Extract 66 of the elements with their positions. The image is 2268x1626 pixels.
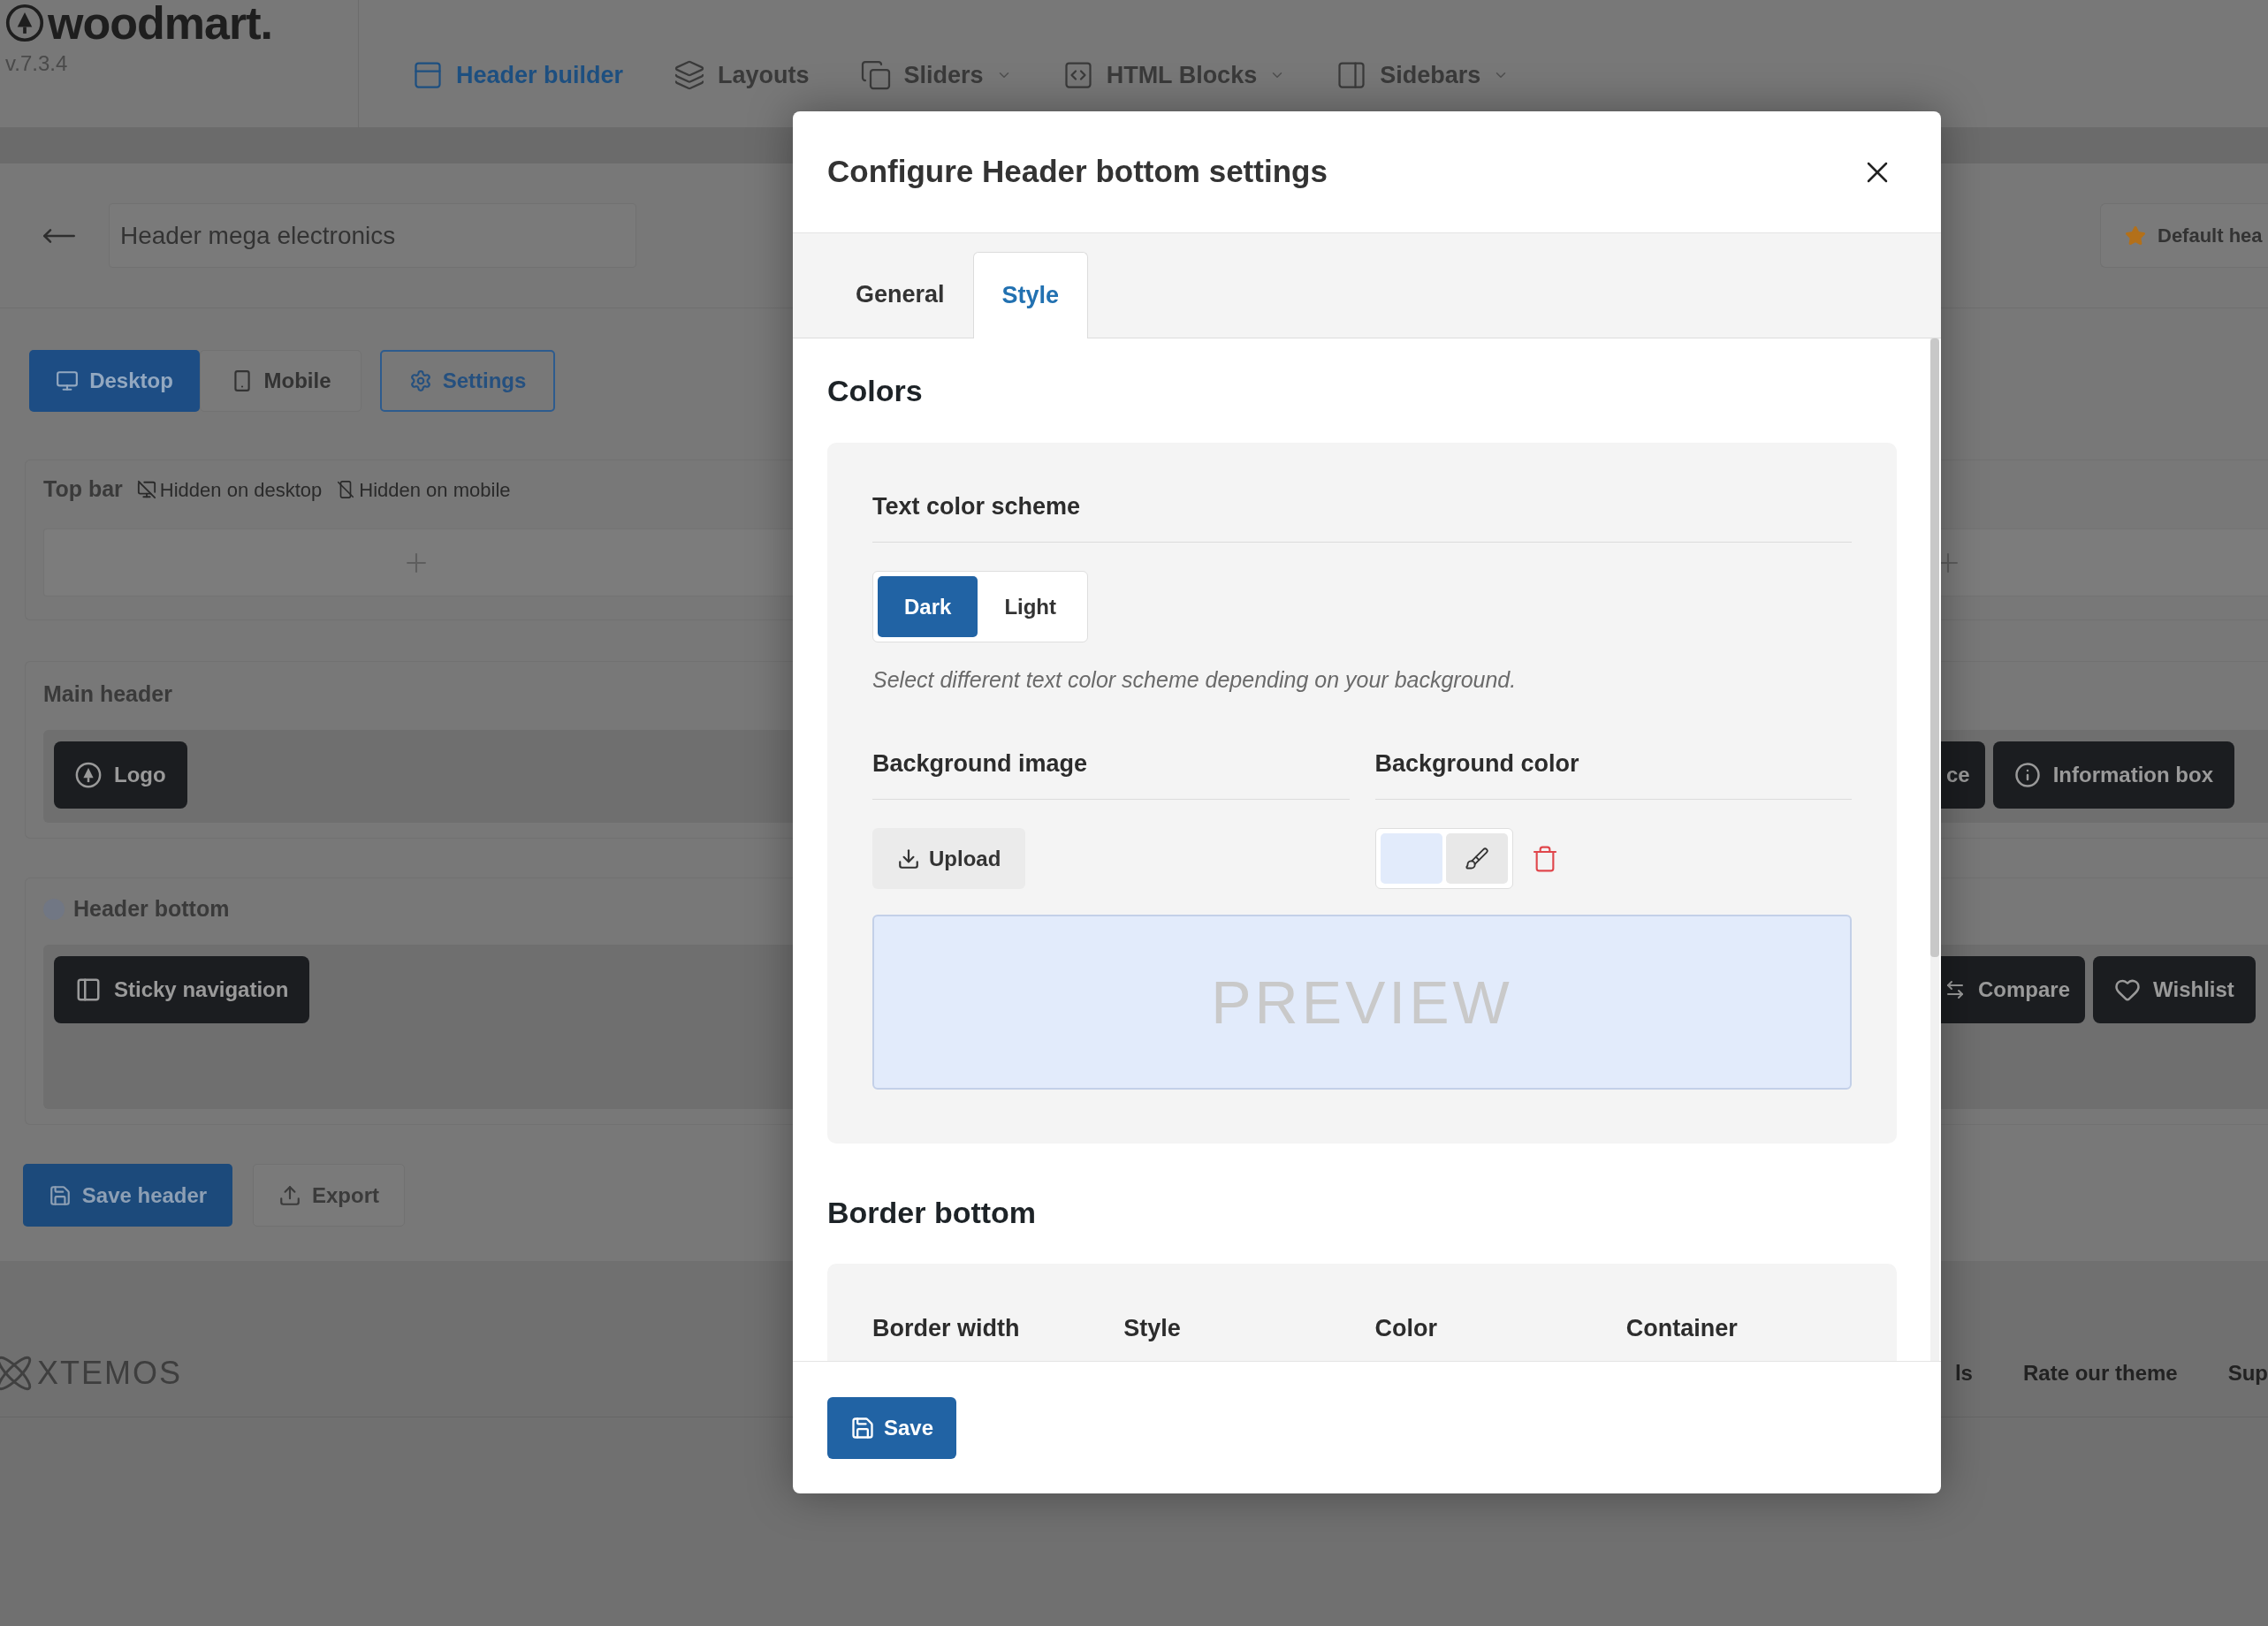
footer-link[interactable]: ls xyxy=(1954,1357,1973,1389)
monitor-off-icon xyxy=(136,480,156,499)
scheme-option[interactable]: Light xyxy=(978,576,1083,637)
row-title: Main header xyxy=(43,680,172,709)
download-icon xyxy=(897,847,920,870)
stacked-squares-icon xyxy=(859,59,892,91)
layers-icon xyxy=(674,59,706,91)
export-button[interactable]: Export xyxy=(253,1164,405,1227)
save-icon xyxy=(850,1415,875,1440)
footer-link[interactable]: Sup xyxy=(2227,1357,2268,1389)
dialog-tab[interactable]: General xyxy=(827,252,973,338)
logo-mark-icon xyxy=(75,762,102,788)
field-label: Border width xyxy=(872,1314,1021,1343)
star-icon xyxy=(2125,224,2146,247)
scrollbar-thumb[interactable] xyxy=(1930,338,1939,957)
element-button[interactable]: Sticky navigation xyxy=(54,956,310,1023)
row-title: Top bar xyxy=(43,475,123,504)
row-hint: Hidden on desktop xyxy=(159,477,323,503)
arrows-icon xyxy=(1945,979,1966,1000)
field-description: Select different text color scheme depending on your background. xyxy=(872,666,1518,694)
element-button[interactable]: Wishlist xyxy=(2093,956,2256,1023)
element-button[interactable]: Information box xyxy=(1992,741,2234,809)
brush-icon xyxy=(1464,846,1489,871)
brand-logo: woodmart. xyxy=(48,0,272,46)
field-label: Text color scheme xyxy=(872,492,1082,521)
nav-link[interactable]: Layouts xyxy=(674,57,810,94)
nav-link[interactable]: Sliders xyxy=(859,57,1012,94)
nav-link[interactable]: Header builder xyxy=(412,57,624,94)
field-label: Color xyxy=(1374,1314,1438,1343)
save-icon xyxy=(48,1183,72,1207)
default-header-button[interactable]: Default hea xyxy=(2100,203,2268,268)
footer-link[interactable]: Rate our theme xyxy=(2022,1357,2178,1389)
monitor-icon xyxy=(56,369,80,392)
nav-link[interactable]: HTML Blocks xyxy=(1062,57,1286,94)
device-tab[interactable]: Mobile xyxy=(200,350,362,412)
save-button[interactable]: Save xyxy=(827,1396,957,1459)
nav-link[interactable]: Sidebars xyxy=(1336,57,1510,94)
dialog-title: Configure Header bottom settings xyxy=(827,153,1328,191)
brand-mark-icon xyxy=(0,1356,32,1391)
save-header-button[interactable]: Save header xyxy=(23,1164,232,1227)
field-label: Background color xyxy=(1374,749,1580,779)
field-label: Style xyxy=(1123,1314,1182,1343)
dialog-tab[interactable]: Style xyxy=(972,252,1089,338)
row-hint: Hidden on mobile xyxy=(359,477,511,503)
header-name-input[interactable]: Header mega electronics xyxy=(109,203,636,268)
color-picker[interactable] xyxy=(1374,828,1513,889)
upload-icon xyxy=(278,1183,301,1207)
field-label: Container xyxy=(1625,1314,1739,1343)
info-icon xyxy=(2013,762,2041,788)
section-heading: Border bottom xyxy=(827,1195,1038,1231)
phone-off-icon xyxy=(336,480,356,499)
window-icon xyxy=(412,59,444,91)
panel-icon xyxy=(75,976,102,1003)
row-title: Header bottom xyxy=(73,895,230,923)
settings-icon xyxy=(408,369,432,392)
section-heading: Colors xyxy=(827,373,924,409)
element-button[interactable]: ce xyxy=(1941,741,1985,809)
settings-button[interactable]: Settings xyxy=(380,350,555,412)
logo-mark-icon xyxy=(5,4,44,42)
field-label: Background image xyxy=(872,749,1089,779)
scheme-option[interactable]: Dark xyxy=(878,576,978,637)
device-tab[interactable]: Desktop xyxy=(29,350,200,412)
upload-button[interactable]: Upload xyxy=(872,828,1026,889)
element-button[interactable]: Logo xyxy=(54,741,187,809)
brush-button[interactable] xyxy=(1445,833,1508,884)
element-button[interactable]: Compare xyxy=(1941,956,2086,1023)
